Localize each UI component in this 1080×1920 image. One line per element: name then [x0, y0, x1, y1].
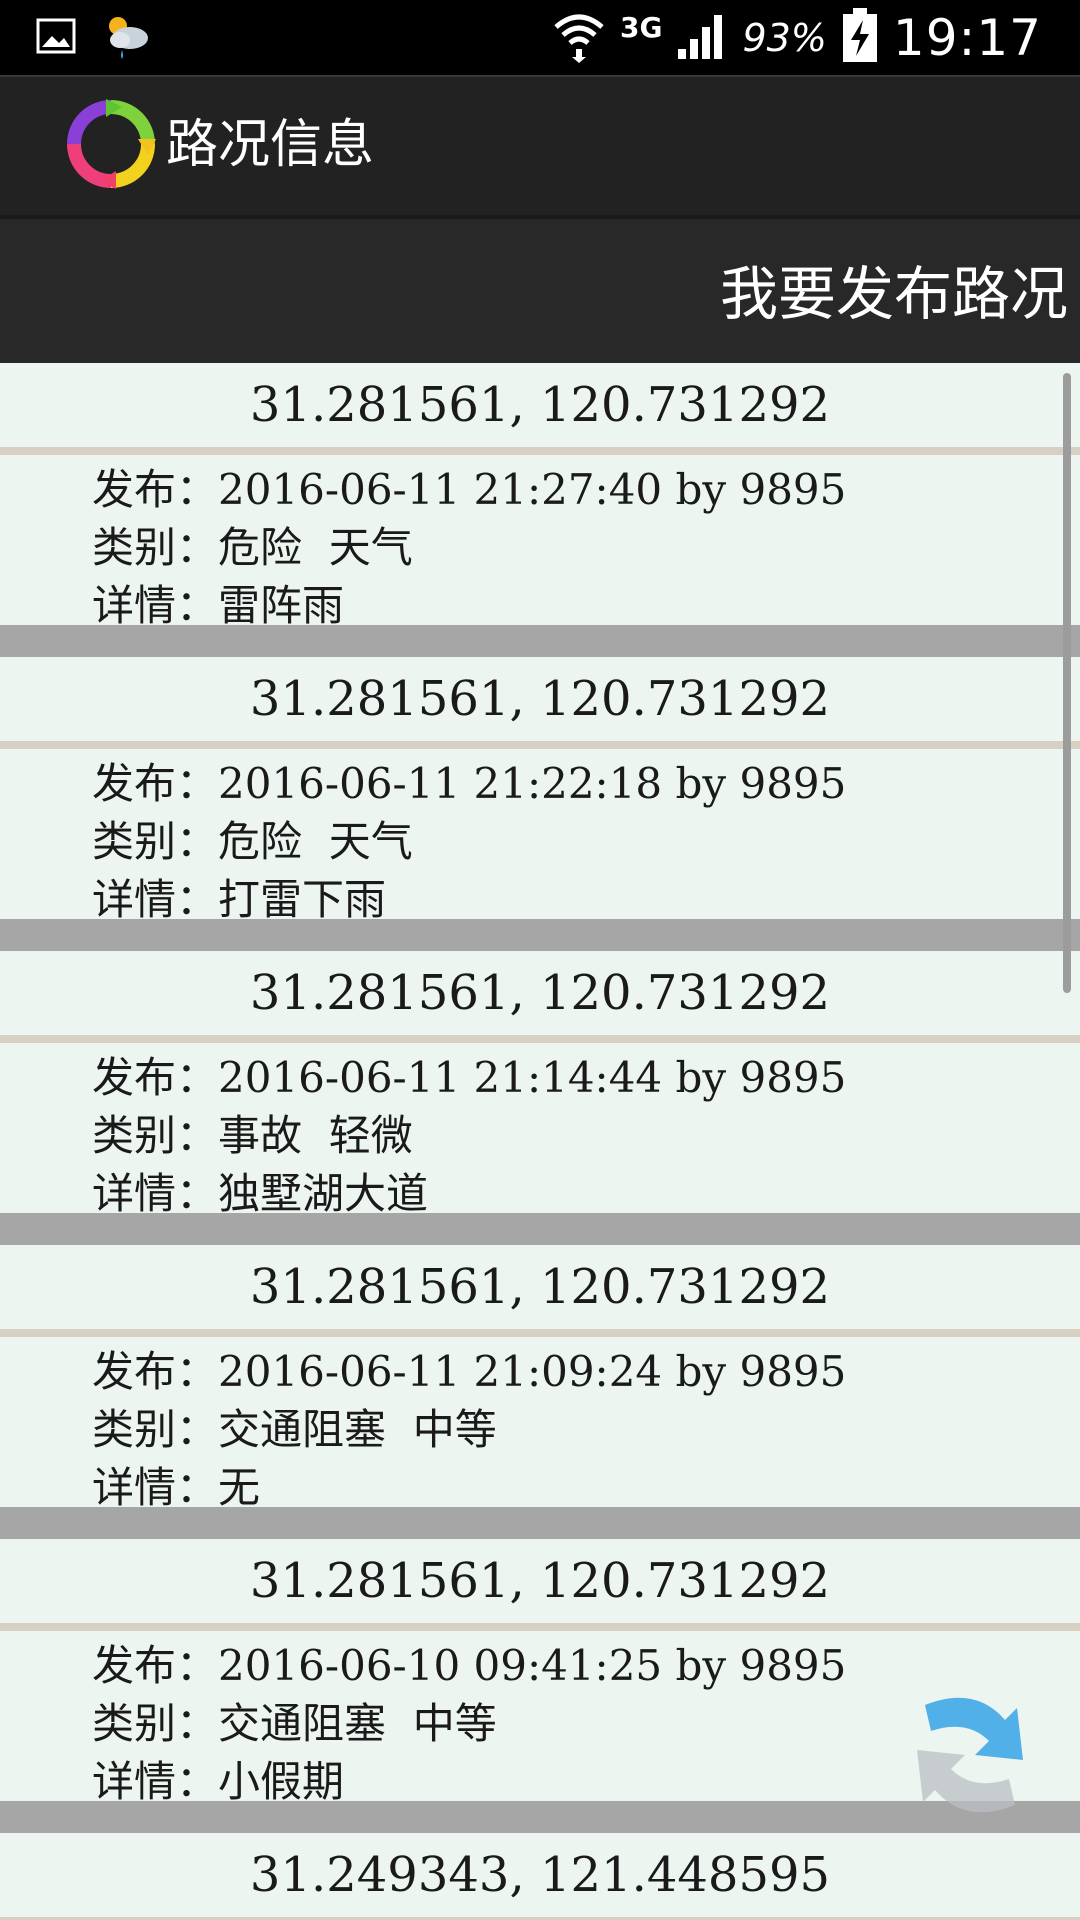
category-value: 事故 轻微	[218, 1111, 413, 1160]
item-coordinates: 31.281561, 120.731292	[249, 1259, 831, 1315]
list-item[interactable]: 31.281561, 120.731292 发布：2016-06-11 21:0…	[0, 1245, 1080, 1512]
battery-percent: 93%	[742, 15, 827, 60]
list-item[interactable]: 31.281561, 120.731292 发布：2016-06-11 21:2…	[0, 657, 1080, 924]
category-label: 类别：	[92, 1405, 219, 1454]
category-row: 类别：交通阻塞 中等	[92, 1401, 1080, 1459]
detail-label: 详情：	[92, 1463, 219, 1512]
detail-value: 雷阵雨	[218, 581, 345, 630]
signal-icon	[676, 11, 728, 65]
item-body: 发布：2016-06-11 21:14:44 by 9895 类别：事故 轻微 …	[0, 1043, 1080, 1218]
publish-value: 2016-06-11 21:22:18 by 9895	[218, 759, 847, 808]
publish-value: 2016-06-10 09:41:25 by 9895	[218, 1641, 847, 1690]
publish-value: 2016-06-11 21:14:44 by 9895	[218, 1053, 847, 1102]
publish-value: 2016-06-11 21:27:40 by 9895	[218, 465, 847, 514]
weather-icon	[100, 10, 152, 66]
network-type: 3G	[619, 11, 663, 44]
publish-value: 2016-06-11 21:09:24 by 9895	[218, 1347, 847, 1396]
publish-label: 发布：	[92, 1053, 219, 1102]
category-label: 类别：	[92, 1111, 219, 1160]
publish-label: 发布：	[92, 1347, 219, 1396]
category-row: 类别：事故 轻微	[92, 1107, 1080, 1165]
refresh-icon[interactable]	[905, 1675, 1035, 1835]
category-value: 危险 天气	[218, 523, 413, 572]
app-title: 路况信息	[166, 115, 375, 175]
category-label: 类别：	[92, 817, 219, 866]
divider	[0, 1329, 1080, 1337]
detail-value: 独墅湖大道	[218, 1169, 429, 1218]
publish-row: 发布：2016-06-11 21:14:44 by 9895	[92, 1049, 1080, 1107]
action-bar: 路况信息	[0, 75, 1080, 215]
divider	[0, 741, 1080, 749]
item-body: 发布：2016-06-11 21:22:18 by 9895 类别：危险 天气 …	[0, 749, 1080, 924]
detail-label: 详情：	[92, 875, 219, 924]
detail-value: 无	[218, 1463, 261, 1512]
publish-row: 发布：2016-06-11 21:09:24 by 9895	[92, 1343, 1080, 1401]
post-traffic-button[interactable]: 我要发布路况	[720, 265, 1068, 323]
divider	[0, 1035, 1080, 1043]
list-item[interactable]: 31.281561, 120.731292 发布：2016-06-11 21:2…	[0, 363, 1080, 630]
list-item[interactable]: 31.281561, 120.731292 发布：2016-06-11 21:1…	[0, 951, 1080, 1218]
item-coordinates: 31.249343, 121.448595	[249, 1847, 831, 1903]
detail-label: 详情：	[92, 1169, 219, 1218]
publish-label: 发布：	[92, 759, 219, 808]
status-bar: 3G 93% 19:17	[0, 0, 1080, 75]
category-label: 类别：	[92, 1699, 219, 1748]
item-coordinates: 31.281561, 120.731292	[249, 671, 831, 727]
category-value: 交通阻塞 中等	[218, 1699, 497, 1748]
detail-value: 小假期	[218, 1757, 345, 1806]
category-value: 危险 天气	[218, 817, 413, 866]
item-body: 发布：2016-06-11 21:09:24 by 9895 类别：交通阻塞 中…	[0, 1337, 1080, 1512]
category-row: 类别：危险 天气	[92, 813, 1080, 871]
detail-value: 打雷下雨	[218, 875, 387, 924]
category-row: 类别：危险 天气	[92, 519, 1080, 577]
list-item[interactable]: 31.249343, 121.448595	[0, 1833, 1080, 1920]
scrollbar[interactable]	[1063, 373, 1071, 993]
publish-label: 发布：	[92, 1641, 219, 1690]
item-coordinates: 31.281561, 120.731292	[249, 965, 831, 1021]
publish-row: 发布：2016-06-11 21:22:18 by 9895	[92, 755, 1080, 813]
publish-label: 发布：	[92, 465, 219, 514]
category-value: 交通阻塞 中等	[218, 1405, 497, 1454]
battery-charging-icon	[841, 7, 879, 68]
detail-label: 详情：	[92, 1757, 219, 1806]
wifi-icon	[552, 9, 606, 67]
header-band: 我要发布路况	[0, 215, 1080, 363]
item-coordinates: 31.281561, 120.731292	[249, 1553, 831, 1609]
publish-row: 发布：2016-06-11 21:27:40 by 9895	[92, 461, 1080, 519]
item-coordinates: 31.281561, 120.731292	[249, 377, 831, 433]
image-icon	[36, 17, 76, 59]
category-label: 类别：	[92, 523, 219, 572]
item-body: 发布：2016-06-11 21:27:40 by 9895 类别：危险 天气 …	[0, 455, 1080, 630]
clock: 19:17	[892, 8, 1042, 67]
app-logo-icon[interactable]	[66, 99, 156, 189]
divider	[0, 1623, 1080, 1631]
detail-label: 详情：	[92, 581, 219, 630]
divider	[0, 447, 1080, 455]
